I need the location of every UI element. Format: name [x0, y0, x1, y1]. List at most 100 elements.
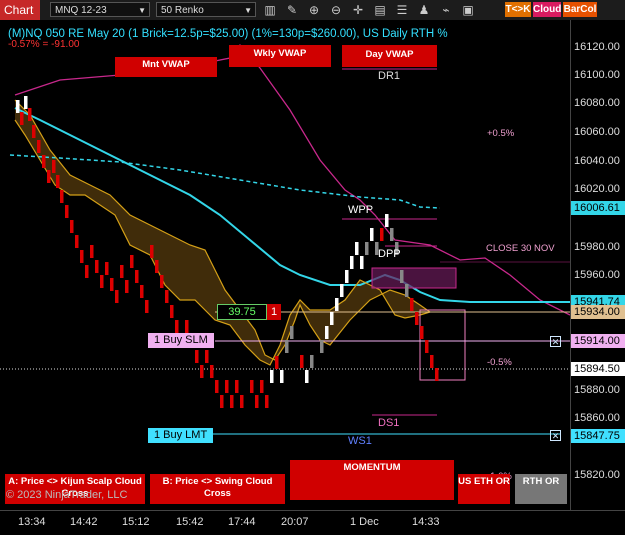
properties-icon[interactable]: ▤ — [372, 2, 388, 18]
renko-bricks — [16, 96, 439, 408]
renko-brick — [95, 260, 99, 273]
renko-brick — [385, 214, 389, 227]
time-tick: 1 Dec — [350, 516, 379, 528]
bar-style-icon[interactable]: ▥ — [262, 2, 278, 18]
ds1-label: DS1 — [378, 417, 400, 429]
price-tick: 16100.00 — [574, 69, 620, 81]
price-tick: 15820.00 — [574, 469, 620, 481]
minus-half-pct-label: -0.5% — [487, 357, 512, 368]
renko-brick — [290, 326, 294, 339]
buy-slm-order[interactable]: 1 Buy SLM — [148, 333, 214, 348]
cancel-lmt-close-icon[interactable]: ✕ — [550, 430, 561, 441]
renko-brick — [28, 108, 32, 121]
renko-brick — [185, 320, 189, 333]
renko-brick — [100, 275, 104, 288]
attach-icon[interactable]: ⌁ — [438, 2, 454, 18]
renko-brick — [47, 170, 51, 183]
renko-brick — [150, 245, 154, 258]
position-pnl[interactable]: 39.75 — [217, 304, 267, 320]
renko-brick — [110, 278, 114, 291]
price-tick: 16120.00 — [574, 41, 620, 53]
renko-brick — [220, 395, 224, 408]
renko-brick — [430, 355, 434, 368]
renko-brick — [200, 365, 204, 378]
monthly-vwap-line — [14, 43, 570, 316]
swing-cloud-cross-button[interactable]: B: Price <> Swing Cloud Cross — [150, 474, 285, 504]
renko-brick — [285, 340, 289, 353]
session-change: -0.57% = -91.00 — [8, 39, 80, 50]
renko-brick — [170, 305, 174, 318]
cloud-toggle-button[interactable]: Cloud — [533, 2, 561, 17]
zoom-out-icon[interactable]: ⊖ — [328, 2, 344, 18]
renko-brick — [60, 190, 64, 203]
list-icon[interactable]: ☰ — [394, 2, 410, 18]
renko-brick — [90, 245, 94, 258]
bar-type-label: 50 Renko — [161, 5, 204, 16]
price-tick: 16040.00 — [574, 155, 620, 167]
renko-brick — [37, 140, 41, 153]
supply-zone-box — [371, 267, 457, 289]
instrument-selector[interactable]: MNQ 12-23 ▼ — [50, 2, 150, 17]
renko-brick — [400, 270, 404, 283]
renko-brick — [24, 96, 28, 109]
price-tick: 15980.00 — [574, 241, 620, 253]
rth-or-button[interactable]: RTH OR — [515, 474, 567, 504]
renko-brick — [330, 312, 334, 325]
instrument-label: MNQ 12-23 — [55, 5, 107, 16]
zoom-in-icon[interactable]: ⊕ — [306, 2, 322, 18]
renko-brick — [145, 300, 149, 313]
lock-icon[interactable]: ▣ — [460, 2, 476, 18]
renko-brick — [140, 285, 144, 298]
renko-brick — [260, 380, 264, 393]
renko-brick — [165, 290, 169, 303]
barcol-toggle-button[interactable]: BarCol — [563, 2, 597, 17]
renko-brick — [105, 262, 109, 275]
renko-brick — [56, 175, 60, 188]
renko-brick — [325, 326, 329, 339]
renko-brick — [415, 312, 419, 325]
renko-brick — [125, 280, 129, 293]
tk-toggle-button[interactable]: T<>K — [505, 2, 531, 17]
wpp-label: WPP — [348, 204, 374, 216]
time-tick: 15:12 — [122, 516, 150, 528]
renko-brick — [275, 356, 279, 369]
slm-price-tag: 15914.00 — [571, 334, 625, 348]
renko-brick — [390, 228, 394, 241]
time-tick: 14:42 — [70, 516, 98, 528]
renko-brick — [410, 298, 414, 311]
plus-half-pct-label: +0.5% — [487, 128, 515, 139]
renko-brick — [120, 265, 124, 278]
chevron-down-icon: ▼ — [138, 6, 146, 15]
position-quantity[interactable]: 1 — [267, 304, 281, 320]
momentum-button[interactable]: MOMENTUM — [290, 460, 454, 500]
lmt-price-tag: 15847.75 — [571, 429, 625, 443]
renko-brick — [65, 205, 69, 218]
renko-brick — [240, 395, 244, 408]
strategies-icon[interactable]: ♟ — [416, 2, 432, 18]
price-panel[interactable] — [0, 20, 570, 510]
renko-brick — [42, 155, 46, 168]
renko-brick — [20, 112, 24, 125]
renko-brick — [230, 395, 234, 408]
renko-brick — [210, 365, 214, 378]
renko-brick — [435, 368, 439, 381]
buy-lmt-order[interactable]: 1 Buy LMT — [148, 428, 214, 443]
position-price-tag: 15934.00 — [571, 305, 625, 319]
renko-brick — [425, 340, 429, 353]
time-tick: 13:34 — [18, 516, 46, 528]
bar-type-selector[interactable]: 50 Renko ▼ — [156, 2, 256, 17]
crosshair-icon[interactable]: ✛ — [350, 2, 366, 18]
price-tick: 16080.00 — [574, 97, 620, 109]
weekly-vwap-price-tag: 16006.61 — [571, 201, 625, 215]
weekly-vwap-label: Wkly VWAP — [229, 45, 331, 67]
renko-brick — [115, 290, 119, 303]
dpp-label: DPP — [378, 248, 401, 260]
price-tick: 15880.00 — [574, 384, 620, 396]
renko-brick — [250, 380, 254, 393]
draw-pencil-icon[interactable]: ✎ — [284, 2, 300, 18]
renko-brick — [365, 242, 369, 255]
cancel-slm-close-icon[interactable]: ✕ — [550, 336, 561, 347]
chart-tab[interactable]: Chart — [0, 0, 40, 20]
us-eth-or-button[interactable]: US ETH OR — [458, 474, 510, 504]
price-tick: 16020.00 — [574, 183, 620, 195]
